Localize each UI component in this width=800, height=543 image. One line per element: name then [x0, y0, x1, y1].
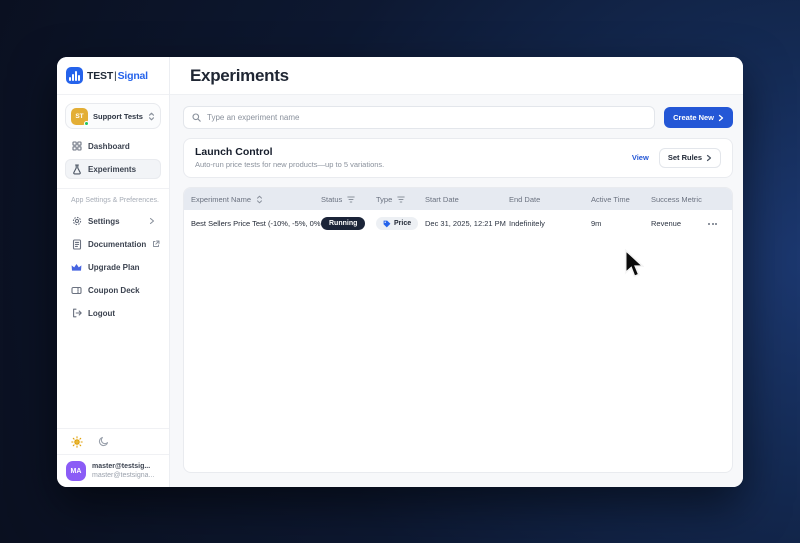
experiment-search [183, 106, 656, 129]
dashboard-grid-icon [71, 141, 82, 152]
user-avatar: MA [66, 461, 86, 481]
set-rules-button[interactable]: Set Rules [658, 147, 721, 168]
view-link[interactable]: View [632, 153, 649, 162]
sidebar-item-experiments[interactable]: Experiments [65, 159, 161, 179]
sidebar-item-label: Dashboard [88, 141, 130, 151]
dark-mode-moon-icon[interactable] [98, 436, 109, 447]
sidebar-item-label: Settings [88, 216, 120, 226]
cell-start-date: Dec 31, 2025, 12:21 PM [425, 219, 506, 228]
launch-control-text: Launch Control Auto-run price tests for … [195, 146, 384, 169]
workspace-avatar: ST [71, 107, 89, 126]
search-input[interactable] [207, 113, 647, 122]
sidebar-item-label: Coupon Deck [88, 285, 140, 295]
cell-success-metric: Revenue [651, 219, 682, 228]
experiments-table: Experiment Name Status Type Start Date E… [183, 187, 733, 473]
secondary-nav: Settings Documentation Upgrade Plan Coup… [57, 211, 169, 326]
chevron-right-icon [149, 217, 155, 225]
sidebar-item-logout[interactable]: Logout [65, 303, 161, 323]
testsignal-logo-icon [66, 67, 83, 84]
sidebar-item-label: Documentation [88, 239, 147, 249]
launch-control-card: Launch Control Auto-run price tests for … [183, 138, 733, 178]
cell-experiment-name: Best Sellers Price Test (-10%, -5%, 0%, [191, 219, 321, 228]
sidebar-item-upgrade-plan[interactable]: Upgrade Plan [65, 257, 161, 277]
experiments-flask-icon [71, 163, 82, 175]
app-logo-text: TEST|Signal [87, 69, 148, 82]
ticket-icon [71, 285, 82, 296]
cell-end-date: Indefinitely [509, 219, 545, 228]
gear-icon [71, 216, 82, 227]
online-status-dot [84, 120, 89, 126]
user-email-primary: master@testsig... [92, 462, 151, 470]
sidebar-item-documentation[interactable]: Documentation [65, 234, 161, 254]
price-tag-icon [383, 220, 391, 228]
sidebar-item-label: Upgrade Plan [88, 262, 140, 272]
cell-type: Price [376, 217, 425, 230]
column-header-status[interactable]: Status [321, 195, 376, 204]
document-icon [71, 238, 82, 250]
toolbar: Create New [183, 106, 733, 129]
workspace-selector[interactable]: ST Support Testsig... [65, 103, 161, 129]
cell-active-time: 9m [591, 219, 602, 228]
page-header: Experiments [170, 57, 743, 95]
user-email-secondary: master@testsigna... [92, 472, 155, 479]
page-title: Experiments [190, 65, 289, 85]
logout-icon [71, 308, 82, 319]
table-row[interactable]: Best Sellers Price Test (-10%, -5%, 0%, … [184, 210, 732, 237]
row-menu-ellipsis-icon[interactable] [706, 219, 732, 229]
cell-status: Running [321, 217, 376, 230]
primary-nav: Dashboard Experiments [57, 136, 169, 182]
filter-icon[interactable] [397, 196, 405, 203]
launch-control-actions: View Set Rules [632, 147, 721, 168]
sidebar-item-label: Logout [88, 308, 116, 318]
cell-actions [706, 219, 732, 229]
user-info: master@testsig... master@testsigna... [92, 462, 154, 480]
chevron-right-icon [718, 114, 724, 122]
user-profile[interactable]: MA master@testsig... master@testsigna... [57, 454, 169, 487]
chevron-up-down-icon [148, 112, 155, 121]
column-header-experiment-name[interactable]: Experiment Name [191, 195, 321, 204]
app-window: TEST|Signal ST Support Testsig... Dashbo… [57, 57, 743, 487]
status-badge: Running [321, 217, 366, 230]
sidebar-divider [57, 188, 169, 189]
app-logo: TEST|Signal [57, 57, 169, 95]
chevron-right-icon [706, 154, 712, 162]
sidebar-item-settings[interactable]: Settings [65, 211, 161, 231]
desktop-background: TEST|Signal ST Support Testsig... Dashbo… [0, 0, 800, 543]
column-header-type[interactable]: Type [376, 195, 425, 204]
type-badge: Price [376, 217, 419, 230]
column-header-active-time: Active Time [591, 194, 630, 204]
crown-icon [71, 262, 82, 273]
table-header-row: Experiment Name Status Type Start Date E… [184, 188, 732, 210]
column-header-start-date: Start Date [425, 194, 459, 204]
search-icon [192, 113, 201, 122]
launch-control-subtitle: Auto-run price tests for new products—up… [195, 160, 385, 169]
column-header-end-date: End Date [509, 194, 541, 204]
create-new-button[interactable]: Create New [664, 107, 733, 128]
sidebar-item-dashboard[interactable]: Dashboard [65, 136, 161, 156]
set-rules-label: Set Rules [667, 153, 702, 162]
light-mode-sun-icon[interactable] [71, 435, 83, 448]
sort-icon[interactable] [256, 195, 263, 204]
column-header-success-metric: Success Metric [651, 194, 702, 204]
launch-control-title: Launch Control [195, 146, 273, 158]
sidebar-section-label: App Settings & Preferences. [71, 197, 159, 204]
filter-icon[interactable] [347, 196, 355, 203]
external-link-icon [152, 240, 160, 248]
main-area: Experiments Create New [170, 57, 743, 487]
theme-toggle [57, 428, 169, 454]
page-content: Create New Launch Control Auto-run price… [170, 95, 743, 487]
workspace-name: Support Testsig... [93, 111, 143, 121]
create-new-label: Create New [673, 113, 714, 122]
sidebar: TEST|Signal ST Support Testsig... Dashbo… [57, 57, 170, 487]
sidebar-item-coupon-deck[interactable]: Coupon Deck [65, 280, 161, 300]
sidebar-item-label: Experiments [88, 164, 137, 174]
